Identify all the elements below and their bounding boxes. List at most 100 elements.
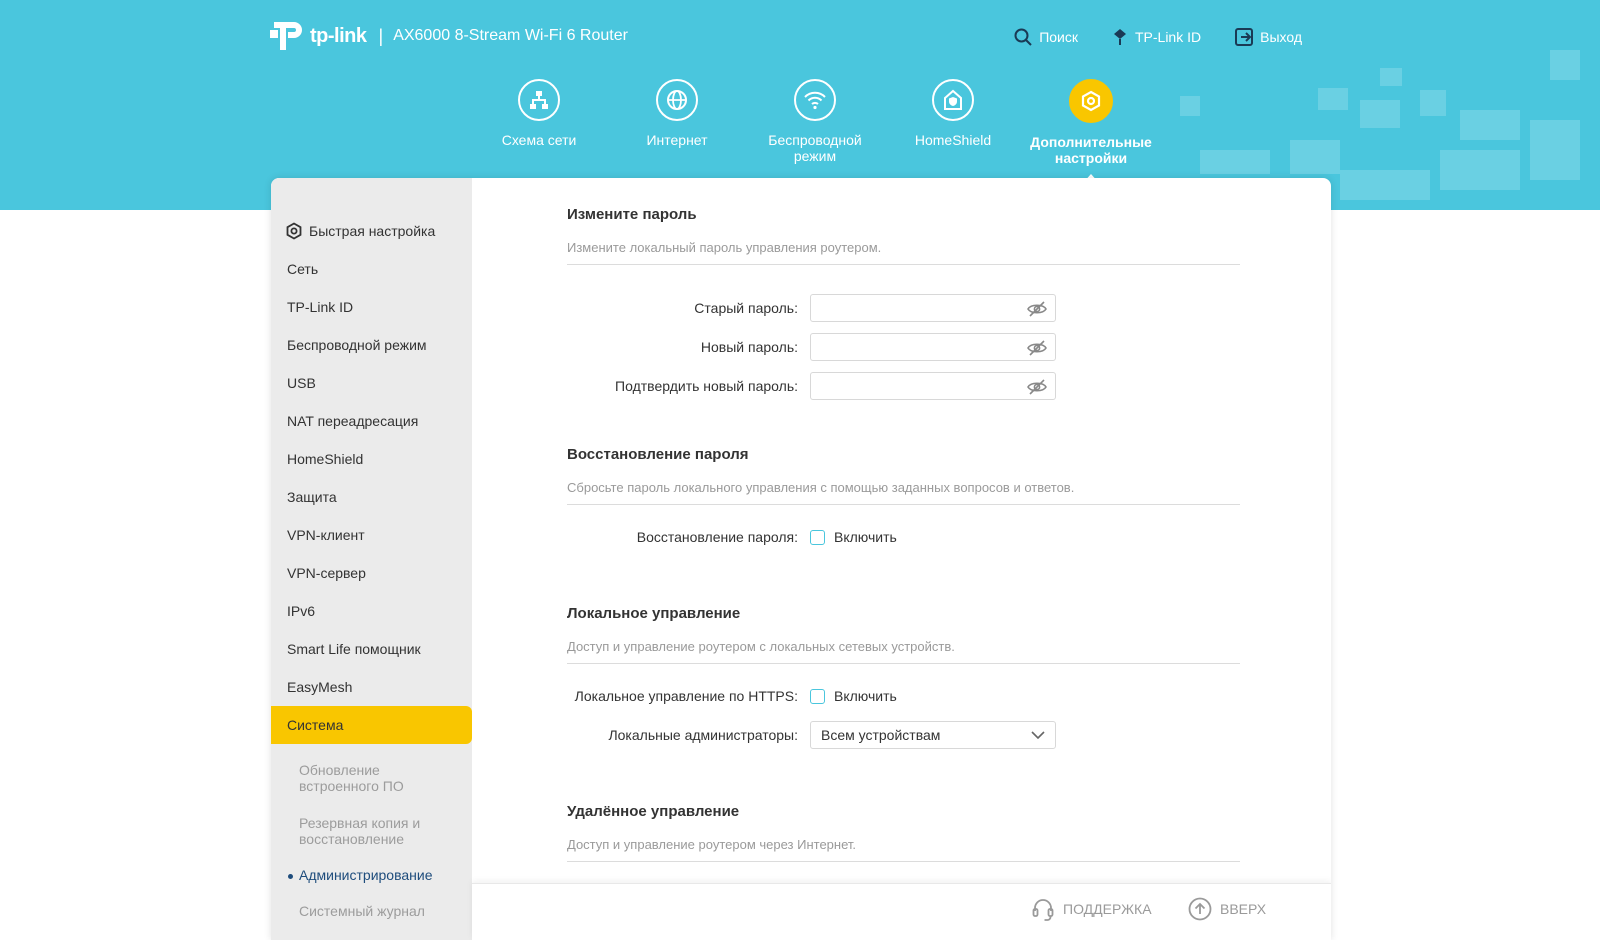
active-dot [288, 874, 293, 879]
https-checkbox[interactable] [810, 688, 825, 704]
brand-name: tp-link [310, 24, 367, 47]
sidebar-item-homeshield[interactable]: HomeShield [271, 440, 472, 478]
sidebar-sub-firmware[interactable]: Обновление встроенного ПО [271, 752, 472, 796]
sidebar-item-nat[interactable]: NAT переадресация [271, 402, 472, 440]
confirm-password-label: Подтвердить новый пароль: [615, 378, 798, 394]
new-password-input[interactable] [817, 335, 1021, 361]
eye-hidden-icon[interactable] [1027, 301, 1047, 317]
section-title: Локальное управление [567, 605, 741, 622]
section-description: Сбросьте пароль локального управления с … [567, 480, 1240, 505]
tab-label: Беспроводной режим [768, 132, 862, 164]
sidebar-item-ipv6[interactable]: IPv6 [271, 592, 472, 630]
old-password-input[interactable] [817, 296, 1021, 322]
globe-icon [667, 90, 687, 110]
sidebar-sub-administration[interactable]: Администрирование [271, 857, 472, 893]
gear-icon [286, 222, 302, 240]
logout-button[interactable]: Выход [1235, 28, 1302, 46]
sidebar-item-vpn-server[interactable]: VPN-сервер [271, 554, 472, 592]
tab-internet[interactable]: Интернет [608, 79, 746, 166]
tab-homeshield[interactable]: HomeShield [884, 79, 1022, 166]
scroll-top-button[interactable]: ВВЕРХ [1188, 897, 1266, 921]
sidebar-item-label: Быстрая настройка [309, 223, 436, 239]
change-password-section: Измените пароль Измените локальный парол… [567, 206, 1240, 400]
support-button[interactable]: ПОДДЕРЖКА [1031, 897, 1152, 921]
sidebar-item-security[interactable]: Защита [271, 478, 472, 516]
sidebar-item-quick-setup[interactable]: Быстрая настройка [271, 212, 472, 250]
router-model: AX6000 8-Stream Wi-Fi 6 Router [393, 27, 628, 44]
section-title: Удалённое управление [567, 803, 740, 820]
new-password-label: Новый пароль: [700, 339, 798, 355]
https-checkbox-label[interactable]: Включить [834, 688, 897, 704]
sidebar-item-smart-life[interactable]: Smart Life помощник [271, 630, 472, 668]
wifi-icon [804, 91, 826, 110]
main-panel: Быстрая настройка Сеть TP-Link ID Беспро… [271, 178, 1331, 940]
section-description: Доступ и управление роутером через Интер… [567, 837, 1240, 862]
top-nav: Поиск TP-Link ID Выход [1014, 28, 1302, 46]
remote-management-section: Удалённое управление Доступ и управление… [567, 803, 1240, 862]
sidebar-sub-syslog[interactable]: Системный журнал [271, 893, 472, 929]
sidebar: Быстрая настройка Сеть TP-Link ID Беспро… [271, 178, 472, 940]
tab-wireless[interactable]: Беспроводной режим [746, 79, 884, 166]
eye-hidden-icon[interactable] [1027, 340, 1047, 356]
https-label: Локальное управление по HTTPS: [574, 688, 798, 704]
content-area: Измените пароль Измените локальный парол… [472, 178, 1331, 940]
main-tabs: Схема сети Интернет Беспроводной режим H… [470, 79, 1160, 183]
https-row: Локальное управление по HTTPS: Включить [567, 688, 897, 704]
sidebar-item-tplink-id[interactable]: TP-Link ID [271, 288, 472, 326]
chevron-down-icon [1031, 731, 1045, 739]
section-description: Доступ и управление роутером с локальных… [567, 639, 1240, 664]
eye-hidden-icon[interactable] [1027, 379, 1047, 395]
old-password-row: Старый пароль: [567, 294, 1056, 322]
tab-label: HomeShield [914, 132, 992, 148]
local-admins-label: Локальные администраторы: [608, 727, 798, 743]
support-label: ПОДДЕРЖКА [1063, 901, 1152, 917]
logout-label: Выход [1260, 29, 1302, 45]
tab-network-map[interactable]: Схема сети [470, 79, 608, 166]
recovery-row: Восстановление пароля: Включить [567, 529, 897, 545]
network-map-icon [530, 91, 548, 109]
local-admins-select[interactable]: Всем устройствам [810, 721, 1056, 749]
search-icon [1014, 28, 1032, 46]
recovery-checkbox[interactable] [810, 529, 825, 545]
search-label: Поиск [1039, 29, 1078, 45]
select-value: Всем устройствам [821, 727, 941, 743]
sidebar-sub-label: Администрирование [299, 867, 433, 883]
tab-label: Интернет [646, 132, 708, 148]
footer-bar: ПОДДЕРЖКА ВВЕРХ [472, 883, 1331, 940]
sidebar-item-system[interactable]: Система [271, 706, 472, 744]
tplink-logo-icon [270, 22, 302, 50]
tplink-id-icon [1113, 29, 1126, 45]
sidebar-item-vpn-client[interactable]: VPN-клиент [271, 516, 472, 554]
gear-icon [1081, 90, 1101, 112]
logout-icon [1235, 28, 1254, 46]
sidebar-item-usb[interactable]: USB [271, 364, 472, 402]
section-title: Восстановление пароля [567, 446, 749, 463]
tplink-id-button[interactable]: TP-Link ID [1112, 28, 1201, 46]
brand-logo: tp-link | AX6000 8-Stream Wi-Fi 6 Router [270, 18, 628, 54]
tplink-id-label: TP-Link ID [1134, 29, 1202, 45]
section-description: Измените локальный пароль управления роу… [567, 240, 1240, 265]
tab-label: Схема сети [501, 132, 577, 148]
recovery-checkbox-label[interactable]: Включить [834, 529, 897, 545]
sidebar-item-wireless[interactable]: Беспроводной режим [271, 326, 472, 364]
search-button[interactable]: Поиск [1014, 28, 1078, 46]
sidebar-sub-backup[interactable]: Резервная копия и восстановление [271, 805, 472, 849]
new-password-row: Новый пароль: [567, 333, 1056, 361]
headset-icon [1032, 899, 1054, 921]
old-password-label: Старый пароль: [694, 300, 798, 316]
sidebar-item-network[interactable]: Сеть [271, 250, 472, 288]
section-title: Измените пароль [567, 206, 697, 223]
sidebar-item-easymesh[interactable]: EasyMesh [271, 668, 472, 706]
tab-advanced[interactable]: Дополнительные настройки [1022, 79, 1160, 183]
local-management-section: Локальное управление Доступ и управление… [567, 605, 1240, 749]
tab-label: Дополнительные настройки [1030, 134, 1152, 166]
logo-separator: | [378, 25, 384, 46]
arrow-up-icon [1188, 897, 1212, 921]
homeshield-icon [944, 89, 962, 110]
scroll-top-label: ВВЕРХ [1220, 901, 1267, 917]
confirm-password-input[interactable] [817, 374, 1021, 400]
recovery-label: Восстановление пароля: [636, 529, 798, 545]
confirm-password-row: Подтвердить новый пароль: [567, 372, 1056, 400]
local-admins-row: Локальные администраторы: Всем устройств… [567, 721, 1056, 749]
password-recovery-section: Восстановление пароля Сбросьте пароль ло… [567, 446, 1240, 545]
